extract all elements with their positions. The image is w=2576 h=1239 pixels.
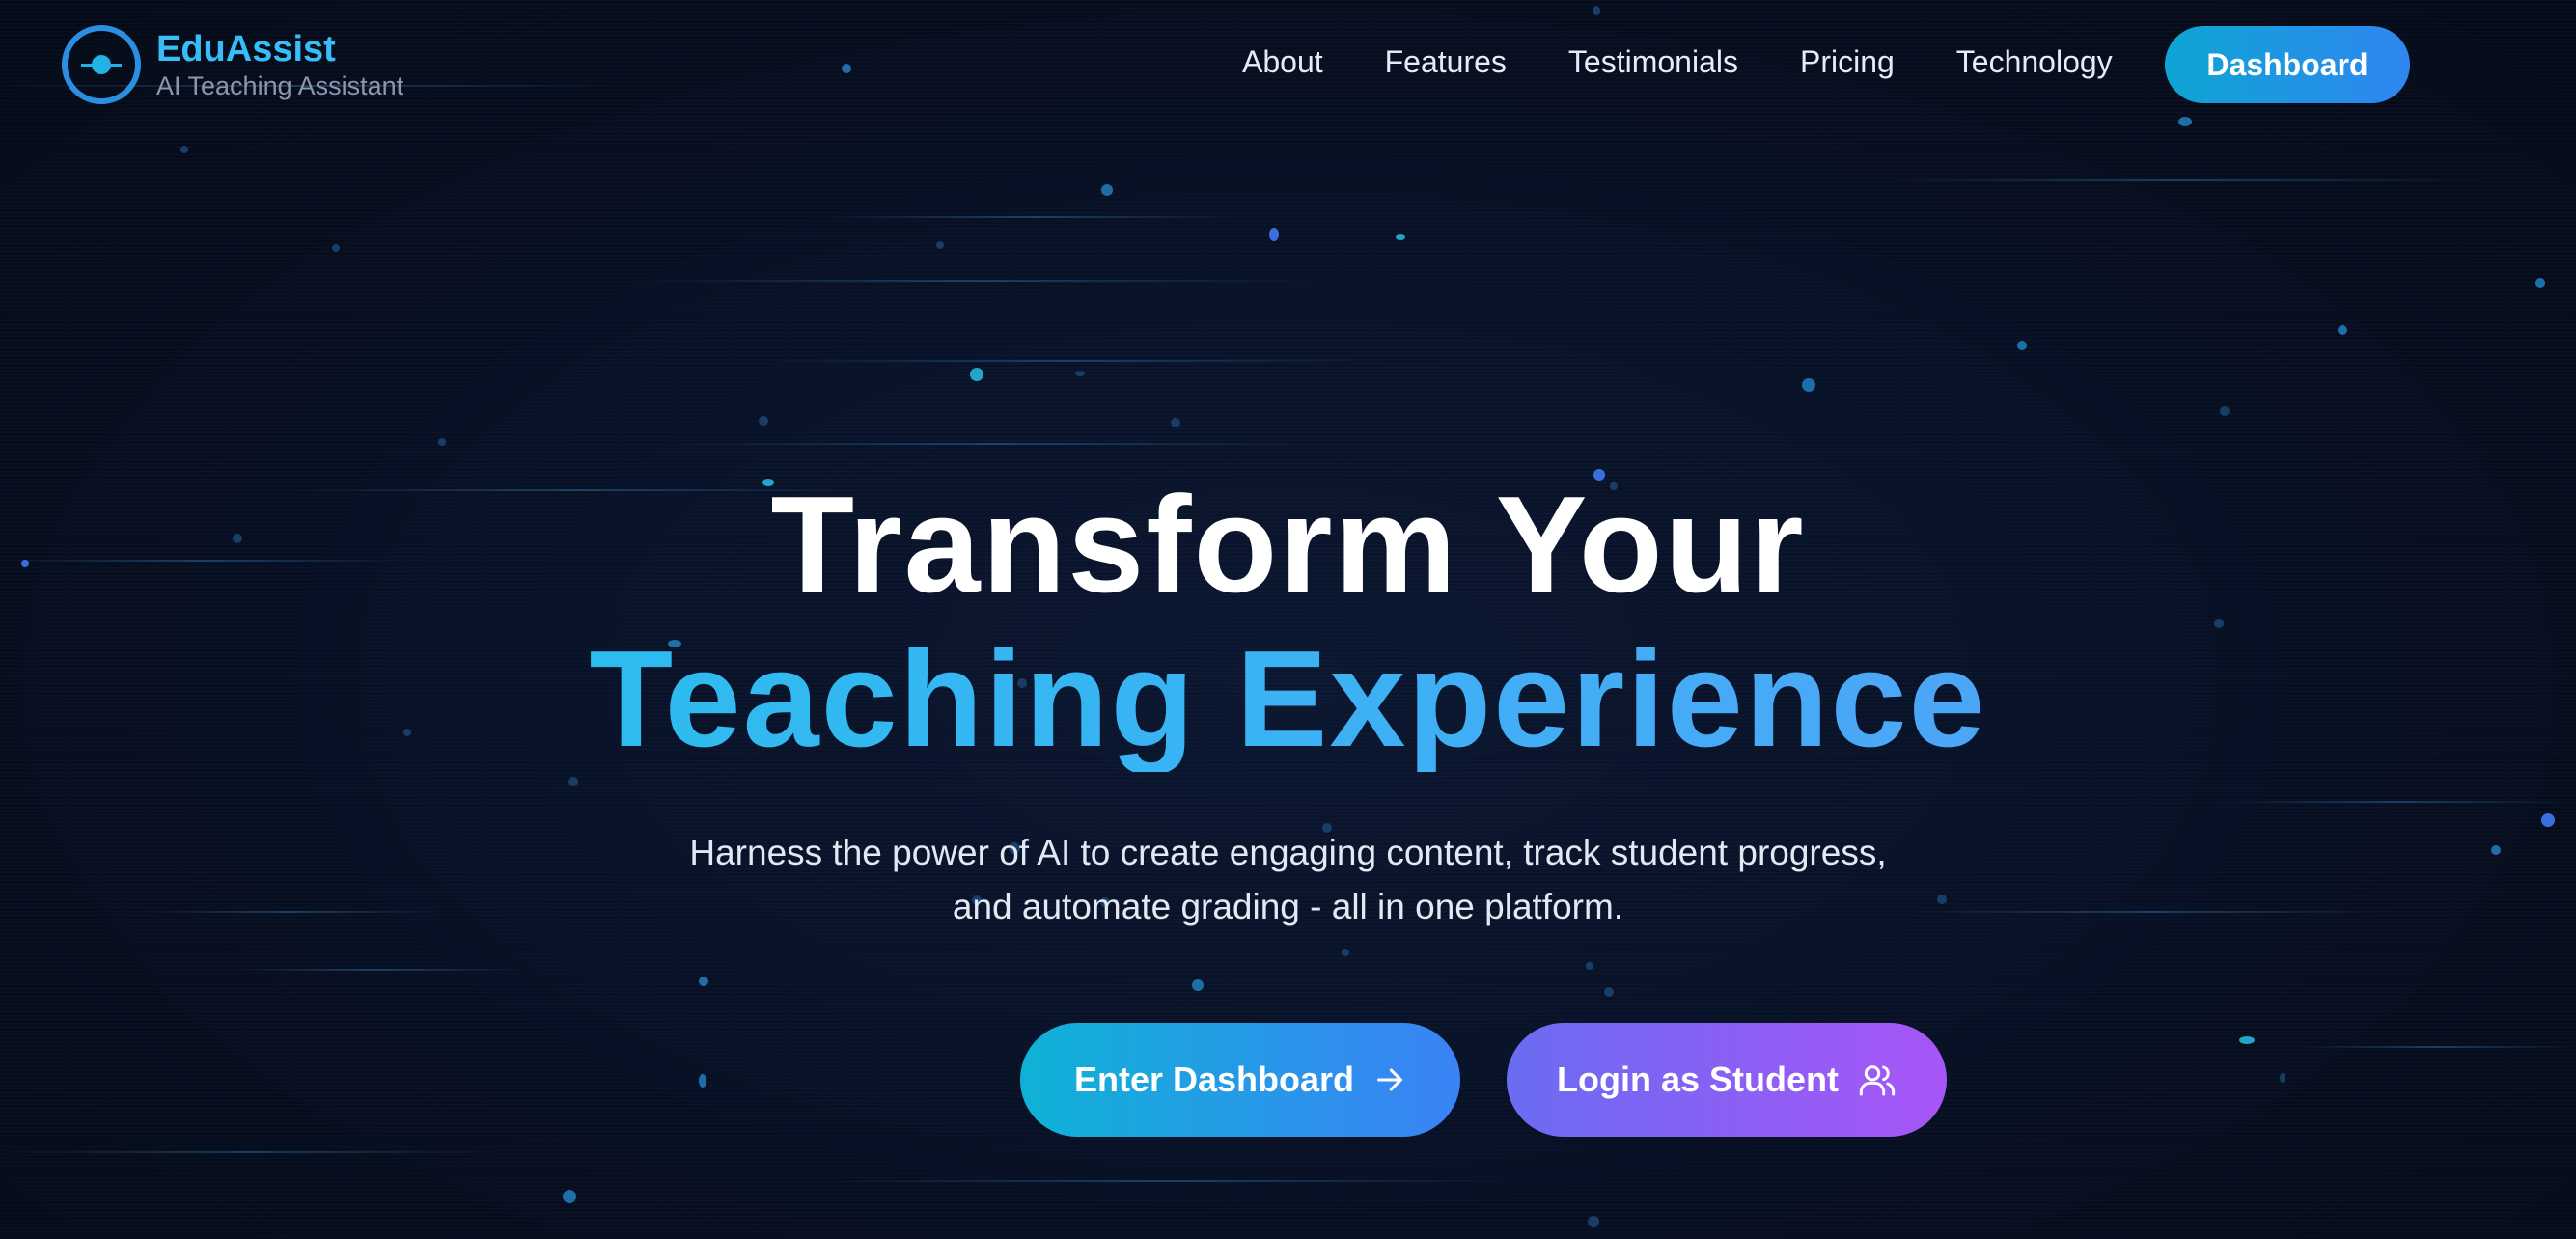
dashboard-button[interactable]: Dashboard xyxy=(2165,26,2410,103)
nav-item-pricing[interactable]: Pricing xyxy=(1800,44,1895,80)
login-as-student-button[interactable]: Login as Student xyxy=(1507,1023,1947,1137)
brand-tagline: AI Teaching Assistant xyxy=(156,71,404,100)
brand-text: EduAssist AI Teaching Assistant xyxy=(156,28,403,101)
logo-icon xyxy=(62,25,141,104)
nav-item-features[interactable]: Features xyxy=(1385,44,1507,80)
hero-subtitle-line2: and automate grading - all in one platfo… xyxy=(952,887,1624,926)
nav-item-technology[interactable]: Technology xyxy=(1956,44,2113,80)
enter-dashboard-label: Enter Dashboard xyxy=(1073,1060,1355,1099)
nav-item-testimonials[interactable]: Testimonials xyxy=(1568,44,1738,80)
main-nav: About Features Testimonials Pricing Tech… xyxy=(1242,44,2113,80)
brand-logo[interactable]: EduAssist AI Teaching Assistant xyxy=(62,25,403,104)
hero-title-line2: Teaching Experience xyxy=(0,627,2576,772)
brand-name: EduAssist xyxy=(156,29,336,69)
login-as-student-label: Login as Student xyxy=(1557,1060,1839,1099)
hero-subtitle: Harness the power of AI to create engagi… xyxy=(0,826,2576,934)
enter-dashboard-button[interactable]: Enter Dashboard xyxy=(1020,1023,1460,1137)
arrow-right-icon xyxy=(1373,1063,1406,1096)
nav-item-about[interactable]: About xyxy=(1242,44,1323,80)
hero-title-line1: Transform Your xyxy=(770,468,1806,621)
users-icon xyxy=(1858,1060,1897,1099)
hero-subtitle-line1: Harness the power of AI to create engagi… xyxy=(689,833,1887,872)
